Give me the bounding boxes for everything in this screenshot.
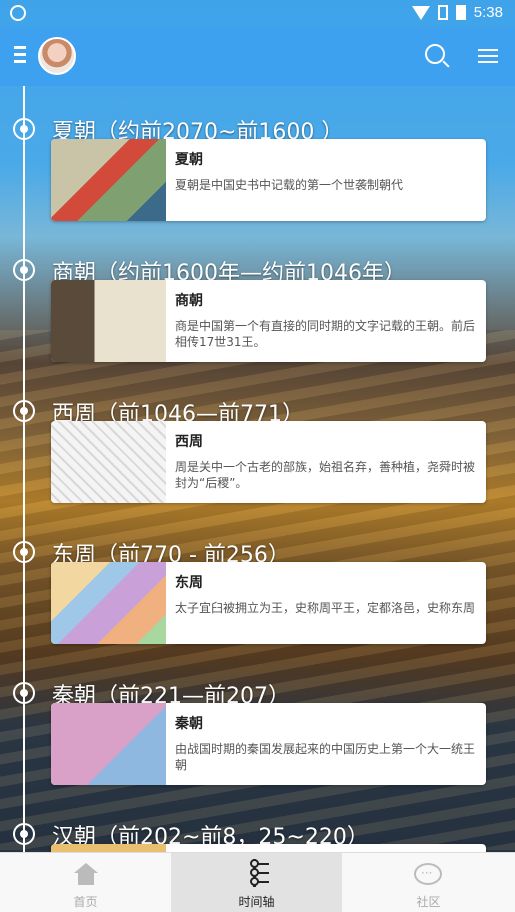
map-thumbnail <box>51 703 166 785</box>
status-bar: 5:38 <box>0 0 515 28</box>
timeline-dot-icon <box>13 541 35 563</box>
timeline-entry: 秦朝（前221—前207） 秦朝 由战国时期的秦国发展起来的中国历史上第一个大一… <box>0 674 515 815</box>
timeline-entry: 夏朝（约前2070~前1600 ） 夏朝 夏朝是中国史书中记载的第一个世袭制朝代 <box>0 110 515 251</box>
map-thumbnail <box>51 562 166 644</box>
timeline-entry: 西周（前1046—前771） 西周 周是关中一个古老的部族，始祖名弃，善种植，尧… <box>0 392 515 533</box>
nav-timeline[interactable]: 时间轴 <box>171 853 342 912</box>
wifi-icon <box>411 5 430 20</box>
card-description: 夏朝是中国史书中记载的第一个世袭制朝代 <box>175 178 404 192</box>
card-title: 西周 <box>175 434 203 450</box>
card-title: 东周 <box>175 575 203 591</box>
map-thumbnail <box>51 421 166 503</box>
sim-icon <box>437 5 448 20</box>
map-thumbnail <box>51 280 166 362</box>
nav-community-label: 社区 <box>416 895 441 909</box>
card-title: 商朝 <box>175 293 203 309</box>
timeline-entry: 东周（前770 - 前256） 东周 太子宜臼被拥立为王，史称周平王，定都洛邑，… <box>0 533 515 674</box>
chat-icon <box>414 863 442 885</box>
notification-icon <box>10 5 26 21</box>
nav-home[interactable]: 首页 <box>0 853 171 912</box>
nav-home-label: 首页 <box>73 895 98 909</box>
bottom-nav: 首页 时间轴 社区 <box>0 852 515 912</box>
card-description: 商是中国第一个有直接的同时期的文字记载的王朝。前后相传17世31王。 <box>175 319 476 349</box>
filter-icon[interactable] <box>478 45 498 65</box>
dynasty-card[interactable]: 秦朝 由战国时期的秦国发展起来的中国历史上第一个大一统王朝 <box>51 703 486 785</box>
battery-icon <box>455 5 466 20</box>
avatar[interactable] <box>38 37 76 75</box>
card-description: 太子宜臼被拥立为王，史称周平王，定都洛邑，史称东周 <box>175 601 476 615</box>
dynasty-card[interactable]: 东周 太子宜臼被拥立为王，史称周平王，定都洛邑，史称东周 <box>51 562 486 644</box>
menu-icon[interactable] <box>14 42 30 68</box>
nav-timeline-label: 时间轴 <box>238 895 275 909</box>
dynasty-card[interactable]: 夏朝 夏朝是中国史书中记载的第一个世袭制朝代 <box>51 139 486 221</box>
timeline-dot-icon <box>13 400 35 422</box>
timeline-dot-icon <box>13 118 35 140</box>
nav-community[interactable]: 社区 <box>342 853 515 912</box>
dynasty-card[interactable]: 商朝 商是中国第一个有直接的同时期的文字记载的王朝。前后相传17世31王。 <box>51 280 486 362</box>
dynasty-card[interactable]: 西周 周是关中一个古老的部族，始祖名弃，善种植，尧舜时被封为“后稷”。 <box>51 421 486 503</box>
card-description: 由战国时期的秦国发展起来的中国历史上第一个大一统王朝 <box>175 742 476 772</box>
timeline-dot-icon <box>13 823 35 845</box>
timeline-entry: 汉朝（前202~前8，25~220） <box>0 815 515 852</box>
timeline-entry: 商朝（约前1600年—约前1046年） 商朝 商是中国第一个有直接的同时期的文字… <box>0 251 515 392</box>
timeline-dot-icon <box>13 682 35 704</box>
card-title: 秦朝 <box>175 716 203 732</box>
map-thumbnail <box>51 844 166 852</box>
map-thumbnail <box>51 139 166 221</box>
home-icon <box>74 863 98 885</box>
timeline-icon <box>245 859 269 887</box>
dynasty-card[interactable] <box>51 844 486 852</box>
status-time: 5:38 <box>473 4 503 21</box>
card-description: 周是关中一个古老的部族，始祖名弃，善种植，尧舜时被封为“后稷”。 <box>175 460 476 490</box>
search-icon[interactable] <box>425 44 445 64</box>
timeline-dot-icon <box>13 259 35 281</box>
card-title: 夏朝 <box>175 152 203 168</box>
app-bar <box>0 28 515 86</box>
